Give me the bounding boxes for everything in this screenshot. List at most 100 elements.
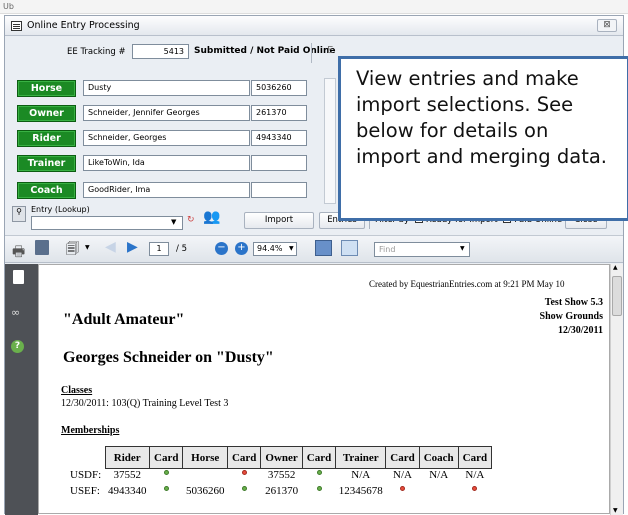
- trainer-name-field[interactable]: LikeToWin, Ida: [83, 155, 250, 171]
- table-cell: N/A: [351, 469, 371, 481]
- report-date: 12/30/2011: [557, 325, 603, 336]
- lookup-label: Entry (Lookup): [31, 205, 90, 214]
- green-status-dot-icon: [163, 470, 169, 475]
- binoculars-icon[interactable]: ∞: [11, 306, 20, 319]
- table-cell: 5036260: [185, 484, 225, 497]
- scroll-thumb[interactable]: [612, 276, 622, 316]
- table-cell: 4943340: [108, 484, 147, 497]
- green-status-dot-icon: [316, 485, 322, 491]
- table-cell: 12345678: [338, 484, 383, 497]
- people-icon[interactable]: 👥: [203, 209, 221, 227]
- next-page-icon[interactable]: ▶: [127, 239, 138, 255]
- entry-title: Georges Schneider on "Dusty": [63, 349, 274, 366]
- scroll-up-icon[interactable]: ▲: [613, 264, 618, 271]
- scroll-down-icon[interactable]: ▼: [613, 507, 618, 514]
- card-status-dot: [458, 485, 491, 501]
- horse-button[interactable]: Horse: [17, 80, 76, 97]
- table-cell: N/A: [393, 469, 412, 481]
- rider-name-field[interactable]: Schneider, Georges: [83, 130, 250, 146]
- trainer-button[interactable]: Trainer: [17, 155, 76, 172]
- top-strip: Ub: [0, 0, 628, 14]
- chevron-down-icon[interactable]: ▼: [171, 218, 176, 226]
- table-cell: USDF:: [70, 468, 102, 481]
- person-icon[interactable]: ⚲: [12, 206, 26, 222]
- right-panel-fragment: E: [327, 45, 334, 56]
- horse-name-field[interactable]: Dusty: [83, 80, 250, 96]
- table-cell: 261370: [265, 484, 299, 497]
- online-entry-window: Online Entry Processing ⊠ EE Tracking # …: [4, 15, 628, 515]
- refresh-icon[interactable]: ↻: [187, 215, 203, 230]
- report-show-name: Test Show 5.3: [544, 297, 603, 308]
- owner-button[interactable]: Owner: [17, 105, 76, 122]
- table-header: Horse: [182, 446, 228, 469]
- export-dropdown-icon[interactable]: ▼: [85, 244, 90, 251]
- table-cell: USEF:: [70, 484, 100, 497]
- rider-button[interactable]: Rider: [17, 130, 76, 147]
- table-header: Trainer: [335, 446, 387, 469]
- rider-number-field[interactable]: 4943340: [251, 130, 307, 146]
- red-status-dot-icon: [399, 485, 405, 491]
- red-status-dot-icon: [241, 470, 247, 475]
- find-dropdown-icon[interactable]: ▼: [460, 245, 465, 252]
- table-header: Card: [301, 446, 337, 469]
- previous-page-icon[interactable]: ◀: [105, 239, 116, 255]
- zoom-out-icon[interactable]: −: [215, 242, 228, 255]
- green-status-dot-icon: [163, 485, 169, 491]
- right-panel: [324, 78, 336, 204]
- green-status-dot-icon: [241, 485, 247, 491]
- horse-number-field[interactable]: 5036260: [251, 80, 307, 96]
- table-header: Card: [457, 446, 493, 469]
- instruction-callout: View entries and make import selections.…: [338, 56, 628, 221]
- table-header: Card: [385, 446, 420, 469]
- page-total: / 5: [176, 244, 187, 254]
- corner-text: Ub: [3, 2, 14, 11]
- owner-number-field[interactable]: 261370: [251, 105, 307, 121]
- memberships-heading: Memberships: [61, 425, 120, 436]
- green-status-dot-icon: [316, 470, 322, 475]
- zoom-dropdown-icon[interactable]: ▼: [289, 245, 294, 252]
- report-toolbar: 🖶 🗐 ▼ ◀ ▶ 1 / 5 − + 94.4% ▼ Find ▼: [5, 235, 623, 263]
- print-icon[interactable]: 🖶: [12, 241, 25, 265]
- classes-heading: Classes: [61, 385, 93, 396]
- owner-name-field[interactable]: Schneider, Jennifer Georges: [83, 105, 250, 121]
- coach-button[interactable]: Coach: [17, 182, 76, 199]
- page-thumbnails-icon[interactable]: [13, 270, 24, 284]
- table-cell: N/A: [429, 469, 449, 481]
- card-status-dot: [150, 485, 183, 501]
- report-sidebar: ∞ ?: [5, 264, 38, 515]
- whole-page-icon[interactable]: [341, 240, 358, 256]
- report-scrollbar[interactable]: ▲ ▼: [610, 264, 623, 515]
- card-status-dot: [150, 469, 183, 485]
- table-header: Coach: [418, 446, 459, 469]
- zoom-in-icon[interactable]: +: [235, 242, 248, 255]
- table-cell: 37552: [113, 469, 142, 481]
- find-field[interactable]: Find: [374, 242, 470, 257]
- window-close-button[interactable]: ⊠: [597, 19, 617, 32]
- table-cell: [183, 469, 228, 485]
- coach-name-field[interactable]: GoodRider, Ima: [83, 182, 250, 198]
- tracking-label: EE Tracking #: [67, 47, 126, 57]
- export-icon[interactable]: 🗐: [66, 240, 79, 262]
- help-icon[interactable]: ?: [11, 340, 24, 353]
- lookup-select[interactable]: [31, 216, 183, 230]
- card-status-dot: [302, 485, 335, 501]
- report-created: Created by EquestrianEntries.com at 9:21…: [369, 279, 565, 289]
- class-line: 12/30/2011: 103(Q) Training Level Test 3: [61, 398, 229, 409]
- card-status-dot: [386, 485, 419, 501]
- red-status-dot-icon: [472, 485, 478, 491]
- table-row: USDF: 37552 37552 N/A N/A N/A N/A: [67, 469, 492, 485]
- page-width-icon[interactable]: [315, 240, 332, 256]
- table-header: Card: [148, 446, 184, 469]
- window-title: Online Entry Processing: [27, 20, 140, 31]
- import-button[interactable]: Import: [244, 212, 314, 229]
- memberships-table: Rider Card Horse Card Owner Card Trainer Card Co…: [67, 446, 493, 501]
- card-status-dot: [302, 469, 335, 485]
- table-cell: N/A: [465, 469, 485, 481]
- tracking-number-field[interactable]: 5413: [132, 44, 189, 59]
- trainer-number-field[interactable]: [251, 155, 307, 171]
- table-header: Owner: [260, 446, 303, 469]
- page-number-field[interactable]: 1: [149, 242, 169, 256]
- save-icon[interactable]: [35, 240, 49, 255]
- coach-number-field[interactable]: [251, 182, 307, 198]
- title-bar: Online Entry Processing ⊠: [5, 16, 623, 36]
